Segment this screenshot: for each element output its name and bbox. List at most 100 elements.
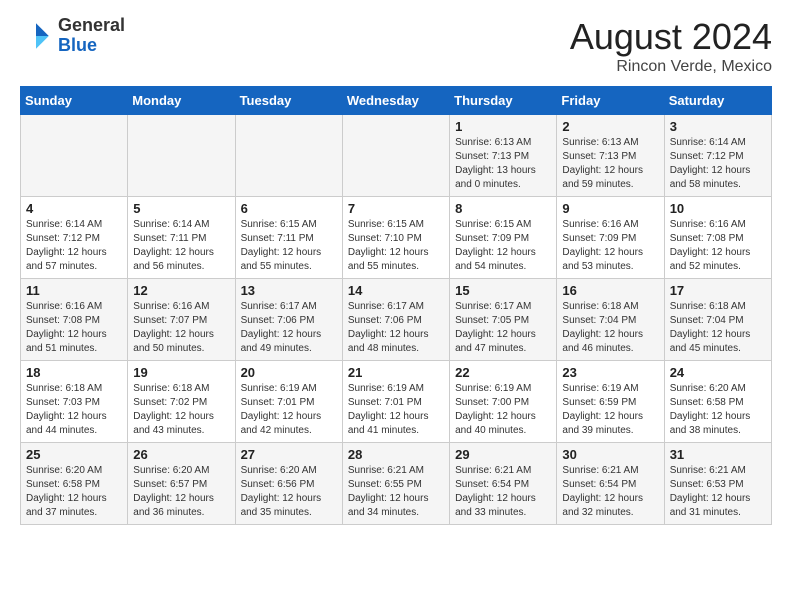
day-info: Sunrise: 6:17 AMSunset: 7:06 PMDaylight:… [241,300,337,356]
logo-general: General [58,16,125,36]
day-number: 19 [133,365,229,380]
calendar-cell: 24 Sunrise: 6:20 AMSunset: 6:58 PMDayligh… [664,361,771,443]
day-number: 11 [26,283,122,298]
day-info: Sunrise: 6:13 AMSunset: 7:13 PMDaylight:… [455,136,551,192]
calendar-cell: 12 Sunrise: 6:16 AMSunset: 7:07 PMDayligh… [128,279,235,361]
calendar-cell: 19 Sunrise: 6:18 AMSunset: 7:02 PMDayligh… [128,361,235,443]
calendar-cell: 7 Sunrise: 6:15 AMSunset: 7:10 PMDaylight… [342,197,449,279]
day-number: 16 [562,283,658,298]
calendar-cell: 15Sunrise: 6:17 AMSunset: 7:05 PMDayligh… [450,279,557,361]
calendar-cell: 20 Sunrise: 6:19 AMSunset: 7:01 PMDayligh… [235,361,342,443]
day-info: Sunrise: 6:19 AMSunset: 6:59 PMDaylight:… [562,382,658,438]
day-number: 26 [133,447,229,462]
page-header: General Blue August 2024 Rincon Verde, M… [20,16,772,76]
day-info: Sunrise: 6:19 AMSunset: 7:01 PMDaylight:… [241,382,337,438]
day-number: 20 [241,365,337,380]
day-number: 24 [670,365,766,380]
day-number: 14 [348,283,444,298]
calendar-cell: 1 Sunrise: 6:13 AMSunset: 7:13 PMDaylight… [450,115,557,197]
calendar-cell: 9Sunrise: 6:16 AMSunset: 7:09 PMDaylight… [557,197,664,279]
day-info: Sunrise: 6:18 AMSunset: 7:03 PMDaylight:… [26,382,122,438]
logo-icon [20,20,52,52]
calendar-cell: 5 Sunrise: 6:14 AMSunset: 7:11 PMDaylight… [128,197,235,279]
day-info: Sunrise: 6:20 AMSunset: 6:58 PMDaylight:… [670,382,766,438]
col-wednesday: Wednesday [342,87,449,115]
day-info: Sunrise: 6:18 AMSunset: 7:04 PMDaylight:… [670,300,766,356]
day-info: Sunrise: 6:18 AMSunset: 7:02 PMDaylight:… [133,382,229,438]
day-info: Sunrise: 6:21 AMSunset: 6:55 PMDaylight:… [348,464,444,520]
day-info: Sunrise: 6:14 AMSunset: 7:12 PMDaylight:… [670,136,766,192]
day-info: Sunrise: 6:16 AMSunset: 7:08 PMDaylight:… [26,300,122,356]
day-number: 23 [562,365,658,380]
col-sunday: Sunday [21,87,128,115]
calendar-cell: 25 Sunrise: 6:20 AMSunset: 6:58 PMDayligh… [21,443,128,525]
day-info: Sunrise: 6:21 AMSunset: 6:54 PMDaylight:… [562,464,658,520]
calendar-cell: 30 Sunrise: 6:21 AMSunset: 6:54 PMDayligh… [557,443,664,525]
col-thursday: Thursday [450,87,557,115]
day-number: 6 [241,201,337,216]
calendar-table: Sunday Monday Tuesday Wednesday Thursday… [20,86,772,525]
day-number: 25 [26,447,122,462]
col-monday: Monday [128,87,235,115]
day-number: 22 [455,365,551,380]
day-number: 12 [133,283,229,298]
calendar-cell [21,115,128,197]
day-number: 31 [670,447,766,462]
calendar-cell: 22 Sunrise: 6:19 AMSunset: 7:00 PMDayligh… [450,361,557,443]
day-info: Sunrise: 6:16 AMSunset: 7:07 PMDaylight:… [133,300,229,356]
day-number: 18 [26,365,122,380]
day-info: Sunrise: 6:19 AMSunset: 7:00 PMDaylight:… [455,382,551,438]
calendar-cell: 31 Sunrise: 6:21 AMSunset: 6:53 PMDayligh… [664,443,771,525]
calendar-cell: 29 Sunrise: 6:21 AMSunset: 6:54 PMDayligh… [450,443,557,525]
calendar-cell [342,115,449,197]
calendar-cell: 28 Sunrise: 6:21 AMSunset: 6:55 PMDayligh… [342,443,449,525]
day-number: 4 [26,201,122,216]
day-info: Sunrise: 6:15 AMSunset: 7:09 PMDaylight:… [455,218,551,274]
calendar-cell: 26 Sunrise: 6:20 AMSunset: 6:57 PMDayligh… [128,443,235,525]
calendar-cell: 13 Sunrise: 6:17 AMSunset: 7:06 PMDayligh… [235,279,342,361]
day-number: 17 [670,283,766,298]
day-info: Sunrise: 6:20 AMSunset: 6:58 PMDaylight:… [26,464,122,520]
day-number: 3 [670,119,766,134]
day-number: 1 [455,119,551,134]
calendar-cell: 27Sunrise: 6:20 AMSunset: 6:56 PMDayligh… [235,443,342,525]
day-number: 28 [348,447,444,462]
day-number: 27 [241,447,337,462]
header-row: Sunday Monday Tuesday Wednesday Thursday… [21,87,772,115]
day-info: Sunrise: 6:19 AMSunset: 7:01 PMDaylight:… [348,382,444,438]
day-info: Sunrise: 6:14 AMSunset: 7:11 PMDaylight:… [133,218,229,274]
calendar-week-4: 18 Sunrise: 6:18 AMSunset: 7:03 PMDayligh… [21,361,772,443]
day-info: Sunrise: 6:13 AMSunset: 7:13 PMDaylight:… [562,136,658,192]
calendar-cell: 4 Sunrise: 6:14 AMSunset: 7:12 PMDaylight… [21,197,128,279]
day-number: 29 [455,447,551,462]
day-info: Sunrise: 6:21 AMSunset: 6:53 PMDaylight:… [670,464,766,520]
calendar-cell: 17 Sunrise: 6:18 AMSunset: 7:04 PMDayligh… [664,279,771,361]
calendar-cell [128,115,235,197]
calendar-week-2: 4 Sunrise: 6:14 AMSunset: 7:12 PMDaylight… [21,197,772,279]
logo: General Blue [20,16,125,56]
day-info: Sunrise: 6:17 AMSunset: 7:06 PMDaylight:… [348,300,444,356]
calendar-cell: 11 Sunrise: 6:16 AMSunset: 7:08 PMDayligh… [21,279,128,361]
day-number: 10 [670,201,766,216]
calendar-cell: 23 Sunrise: 6:19 AMSunset: 6:59 PMDayligh… [557,361,664,443]
day-info: Sunrise: 6:14 AMSunset: 7:12 PMDaylight:… [26,218,122,274]
calendar-week-3: 11 Sunrise: 6:16 AMSunset: 7:08 PMDayligh… [21,279,772,361]
calendar-cell: 6Sunrise: 6:15 AMSunset: 7:11 PMDaylight… [235,197,342,279]
day-number: 30 [562,447,658,462]
day-info: Sunrise: 6:20 AMSunset: 6:57 PMDaylight:… [133,464,229,520]
logo-text: General Blue [58,16,125,56]
calendar-cell: 16 Sunrise: 6:18 AMSunset: 7:04 PMDayligh… [557,279,664,361]
col-friday: Friday [557,87,664,115]
day-info: Sunrise: 6:15 AMSunset: 7:10 PMDaylight:… [348,218,444,274]
day-number: 13 [241,283,337,298]
calendar-cell: 21Sunrise: 6:19 AMSunset: 7:01 PMDayligh… [342,361,449,443]
month-title: August 2024 [570,16,772,58]
day-number: 7 [348,201,444,216]
day-info: Sunrise: 6:16 AMSunset: 7:08 PMDaylight:… [670,218,766,274]
day-number: 5 [133,201,229,216]
day-info: Sunrise: 6:18 AMSunset: 7:04 PMDaylight:… [562,300,658,356]
calendar-cell: 14 Sunrise: 6:17 AMSunset: 7:06 PMDayligh… [342,279,449,361]
col-saturday: Saturday [664,87,771,115]
day-info: Sunrise: 6:21 AMSunset: 6:54 PMDaylight:… [455,464,551,520]
calendar-cell: 18 Sunrise: 6:18 AMSunset: 7:03 PMDayligh… [21,361,128,443]
